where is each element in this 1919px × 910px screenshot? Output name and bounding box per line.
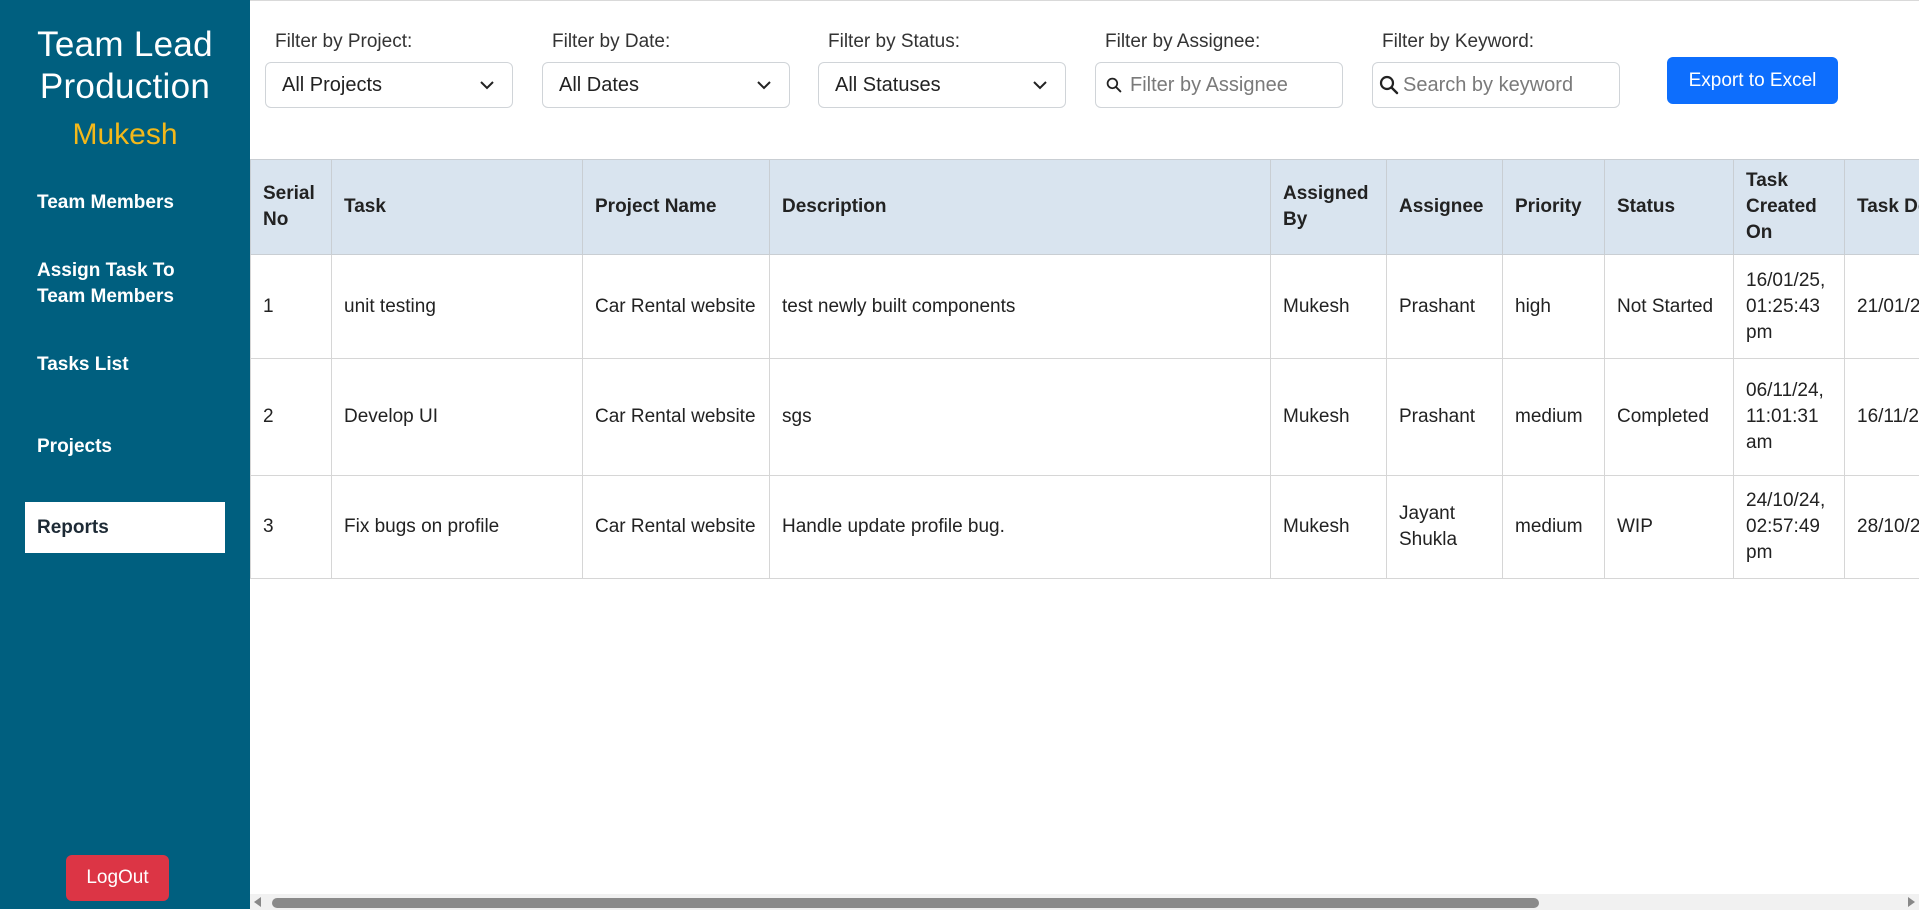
assignee-filter-label: Filter by Assignee:	[1105, 29, 1353, 55]
cell-assignee: Prashant	[1387, 255, 1503, 359]
keyword-search-input[interactable]	[1401, 73, 1605, 98]
table-row: 1 unit testing Car Rental website test n…	[251, 255, 1919, 359]
sidebar-item-projects[interactable]: Projects	[25, 434, 225, 460]
search-icon	[1379, 75, 1399, 95]
horizontal-scrollbar[interactable]	[250, 894, 1919, 910]
cell-priority: medium	[1503, 359, 1605, 476]
export-to-excel-button[interactable]: Export to Excel	[1667, 57, 1838, 104]
cell-created-on: 16/01/25, 01:25:43 pm	[1734, 255, 1845, 359]
app-title: Team Lead Production	[0, 24, 250, 108]
sidebar-item-reports[interactable]: Reports	[25, 502, 225, 553]
header-status: Status	[1605, 160, 1734, 255]
cell-deadline: 28/10/24, 06:00:00 pm	[1845, 476, 1919, 579]
search-icon	[1106, 75, 1122, 95]
sidebar-item-assign-task[interactable]: Assign Task To Team Members	[25, 258, 225, 310]
cell-deadline: 16/11/24, 11:30:00 am	[1845, 359, 1919, 476]
keyword-filter: Filter by Keyword:	[1382, 29, 1630, 108]
sidebar-item-team-members[interactable]: Team Members	[25, 190, 225, 216]
header-priority: Priority	[1503, 160, 1605, 255]
scroll-right-arrow-icon[interactable]	[1908, 897, 1915, 907]
cell-project-name: Car Rental website	[583, 255, 770, 359]
status-select[interactable]: All Statuses	[818, 62, 1066, 108]
cell-description: test newly built components	[770, 255, 1271, 359]
header-task-created-on: Task Created On	[1734, 160, 1845, 255]
cell-task: Fix bugs on profile	[332, 476, 583, 579]
cell-assigned-by: Mukesh	[1271, 359, 1387, 476]
sidebar: Team Lead Production Mukesh Team Members…	[0, 0, 250, 909]
cell-assigned-by: Mukesh	[1271, 255, 1387, 359]
cell-created-on: 06/11/24, 11:01:31 am	[1734, 359, 1845, 476]
header-description: Description	[770, 160, 1271, 255]
cell-assignee: Prashant	[1387, 359, 1503, 476]
tasks-table: Serial No Task Project Name Description …	[250, 159, 1919, 579]
project-filter: Filter by Project: All Projects	[275, 29, 523, 108]
user-name: Mukesh	[0, 118, 250, 152]
header-serial-no: Serial No	[251, 160, 332, 255]
assignee-search-box	[1095, 62, 1343, 108]
date-filter-label: Filter by Date:	[552, 29, 800, 55]
cell-deadline: 21/01/25, 12:00:00 am	[1845, 255, 1919, 359]
scroll-left-arrow-icon[interactable]	[254, 897, 261, 907]
chevron-down-icon	[1033, 78, 1047, 92]
cell-status: Not Started	[1605, 255, 1734, 359]
cell-serial-no: 2	[251, 359, 332, 476]
chevron-down-icon	[757, 78, 771, 92]
project-select-value: All Projects	[282, 74, 382, 97]
date-select-value: All Dates	[559, 74, 639, 97]
cell-assigned-by: Mukesh	[1271, 476, 1387, 579]
cell-assignee: Jayant Shukla	[1387, 476, 1503, 579]
status-select-value: All Statuses	[835, 74, 941, 97]
date-select[interactable]: All Dates	[542, 62, 790, 108]
cell-task: Develop UI	[332, 359, 583, 476]
table-row: 2 Develop UI Car Rental website sgs Muke…	[251, 359, 1919, 476]
date-filter: Filter by Date: All Dates	[552, 29, 800, 108]
scrollbar-thumb[interactable]	[272, 898, 1539, 908]
assignee-search-input[interactable]	[1128, 73, 1332, 98]
header-assignee: Assignee	[1387, 160, 1503, 255]
project-filter-label: Filter by Project:	[275, 29, 523, 55]
cell-priority: high	[1503, 255, 1605, 359]
cell-status: WIP	[1605, 476, 1734, 579]
table-header-row: Serial No Task Project Name Description …	[251, 160, 1919, 255]
sidebar-item-tasks-list[interactable]: Tasks List	[25, 352, 225, 378]
logout-button[interactable]: LogOut	[66, 855, 169, 901]
cell-status: Completed	[1605, 359, 1734, 476]
keyword-filter-label: Filter by Keyword:	[1382, 29, 1630, 55]
header-task: Task	[332, 160, 583, 255]
cell-description: Handle update profile bug.	[770, 476, 1271, 579]
cell-created-on: 24/10/24, 02:57:49 pm	[1734, 476, 1845, 579]
assignee-filter: Filter by Assignee:	[1105, 29, 1353, 108]
header-assigned-by: Assigned By	[1271, 160, 1387, 255]
cell-project-name: Car Rental website	[583, 476, 770, 579]
chevron-down-icon	[480, 78, 494, 92]
header-project-name: Project Name	[583, 160, 770, 255]
cell-description: sgs	[770, 359, 1271, 476]
table-row: 3 Fix bugs on profile Car Rental website…	[251, 476, 1919, 579]
cell-priority: medium	[1503, 476, 1605, 579]
keyword-search-box	[1372, 62, 1620, 108]
cell-project-name: Car Rental website	[583, 359, 770, 476]
main-content: Filter by Project: All Projects Filter b…	[250, 0, 1919, 909]
header-task-deadline: Task Deadline	[1845, 160, 1919, 255]
cell-serial-no: 3	[251, 476, 332, 579]
status-filter-label: Filter by Status:	[828, 29, 1076, 55]
cell-serial-no: 1	[251, 255, 332, 359]
tasks-table-container: Serial No Task Project Name Description …	[250, 159, 1919, 589]
project-select[interactable]: All Projects	[265, 62, 513, 108]
cell-task: unit testing	[332, 255, 583, 359]
status-filter: Filter by Status: All Statuses	[828, 29, 1076, 108]
